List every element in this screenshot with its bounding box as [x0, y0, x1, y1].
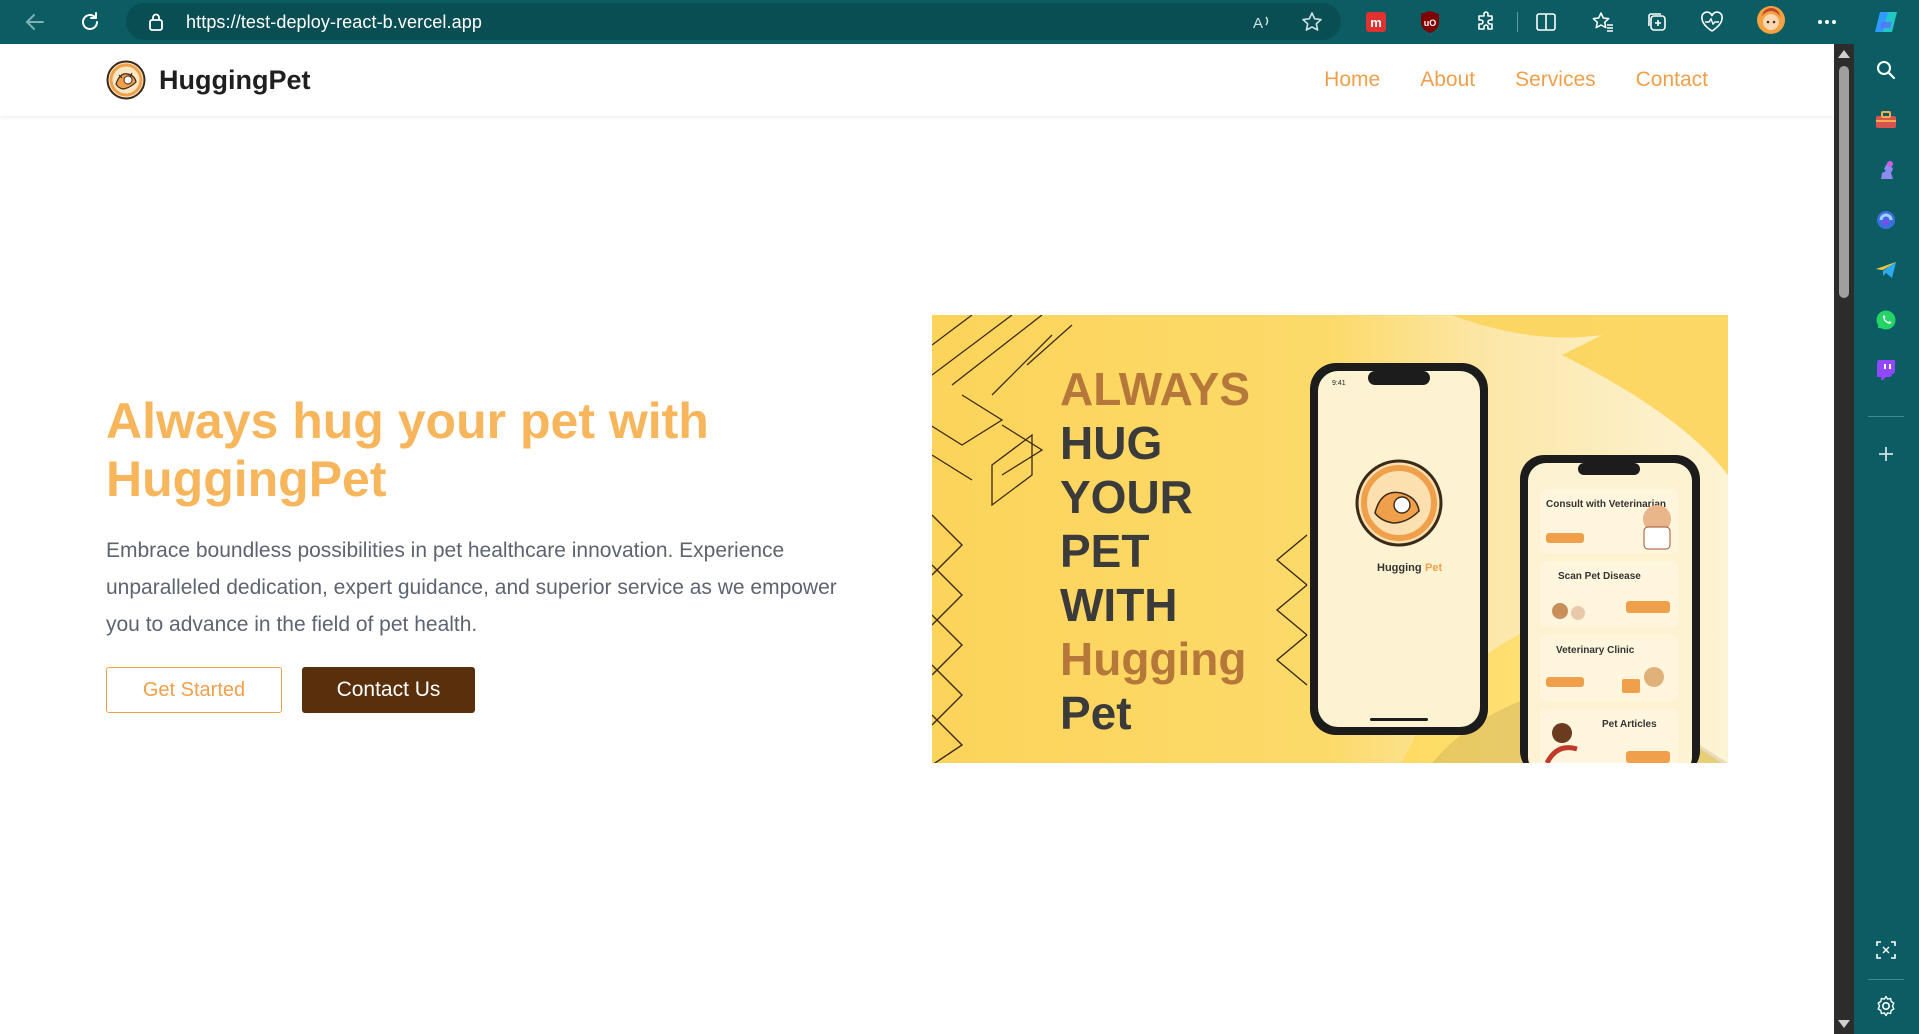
nav-about[interactable]: About: [1420, 68, 1475, 92]
search-icon[interactable]: [1872, 56, 1900, 84]
hugging-pet-logo: [106, 60, 146, 100]
scroll-down-arrow[interactable]: [1838, 1020, 1850, 1028]
lock-icon[interactable]: [148, 12, 164, 37]
whatsapp-icon[interactable]: [1872, 306, 1900, 334]
star-icon[interactable]: [1300, 10, 1324, 34]
url-text[interactable]: https://test-deploy-react-b.vercel.app: [186, 12, 482, 33]
read-aloud-icon[interactable]: A: [1251, 10, 1275, 34]
page-viewport: HuggingPet Home About Services Contact A…: [0, 44, 1834, 1034]
get-started-button[interactable]: Get Started: [106, 667, 282, 713]
avatar[interactable]: [1755, 4, 1787, 36]
banner-headline-always: ALWAYS: [1060, 363, 1250, 415]
hero-title: Always hug your pet with HuggingPet: [106, 393, 709, 507]
phone-time: 9:41: [1332, 380, 1346, 387]
collections-icon[interactable]: [1643, 8, 1671, 36]
refresh-icon[interactable]: [74, 6, 106, 38]
favorites-icon[interactable]: [1589, 8, 1617, 36]
browser-sidebar: [1854, 44, 1919, 1034]
toolbar-divider: [1517, 12, 1518, 32]
app-logo-text-accent: Pet: [1425, 562, 1442, 574]
screenshot-icon[interactable]: [1872, 936, 1900, 964]
banner-headline-pet: PET: [1060, 525, 1149, 577]
phone-splash-mockup: 9:41 Hugging Pet: [1310, 363, 1488, 735]
card-title-clinic: Veterinary Clinic: [1556, 645, 1635, 656]
extension-badge-text: uO: [1424, 18, 1437, 28]
banner-headline-hug: HUG: [1060, 417, 1162, 469]
tools-icon[interactable]: [1872, 106, 1900, 134]
copilot-icon[interactable]: [1872, 8, 1900, 36]
banner-headline-pet-2: Pet: [1060, 687, 1132, 739]
twitch-icon[interactable]: [1872, 356, 1900, 384]
sidebar-divider: [1868, 979, 1904, 980]
site-header: HuggingPet Home About Services Contact: [0, 44, 1834, 116]
browser-toolbar: https://test-deploy-react-b.vercel.app A…: [0, 0, 1919, 44]
back-arrow-icon[interactable]: [19, 6, 51, 38]
hero-banner-image: ALWAYS HUG YOUR PET WITH Hugging Pet 9:4…: [932, 315, 1728, 763]
brand-name[interactable]: HuggingPet: [159, 65, 310, 96]
scrollbar-thumb[interactable]: [1839, 66, 1849, 298]
heart-pulse-icon[interactable]: [1698, 8, 1726, 36]
main-nav: Home About Services Contact: [1324, 68, 1708, 92]
add-icon[interactable]: [1872, 440, 1900, 468]
brand[interactable]: HuggingPet: [106, 60, 310, 100]
edge-drop-icon[interactable]: [1872, 206, 1900, 234]
settings-icon[interactable]: [1872, 992, 1900, 1020]
nav-services[interactable]: Services: [1515, 68, 1596, 92]
more-icon[interactable]: [1813, 8, 1841, 36]
chess-icon[interactable]: [1872, 156, 1900, 184]
banner-headline-with: WITH: [1060, 579, 1178, 631]
card-title-articles: Pet Articles: [1602, 719, 1657, 730]
phone-home-mockup: Consult with Veterinarian Scan Pet Disea…: [1520, 455, 1700, 763]
hero-description: Embrace boundless possibilities in pet h…: [106, 539, 837, 636]
svg-text:A: A: [1253, 15, 1263, 32]
contact-us-button[interactable]: Contact Us: [302, 667, 475, 713]
ublock-icon[interactable]: uO: [1416, 8, 1444, 36]
puzzle-icon[interactable]: [1473, 8, 1501, 36]
extension-red-icon[interactable]: m: [1362, 8, 1390, 36]
page-scrollbar[interactable]: [1834, 44, 1854, 1034]
app-logo-text: Hugging: [1377, 562, 1422, 574]
extension-badge-text: m: [1370, 15, 1382, 30]
telegram-icon[interactable]: [1872, 256, 1900, 284]
nav-contact[interactable]: Contact: [1636, 68, 1708, 92]
sidebar-divider: [1868, 416, 1904, 417]
banner-headline-your: YOUR: [1060, 471, 1193, 523]
nav-home[interactable]: Home: [1324, 68, 1380, 92]
card-title-scan: Scan Pet Disease: [1558, 571, 1641, 582]
scroll-up-arrow[interactable]: [1838, 50, 1850, 58]
address-bar[interactable]: https://test-deploy-react-b.vercel.app A: [126, 3, 1341, 40]
banner-headline-hugging: Hugging: [1060, 633, 1247, 685]
split-screen-icon[interactable]: [1532, 8, 1560, 36]
